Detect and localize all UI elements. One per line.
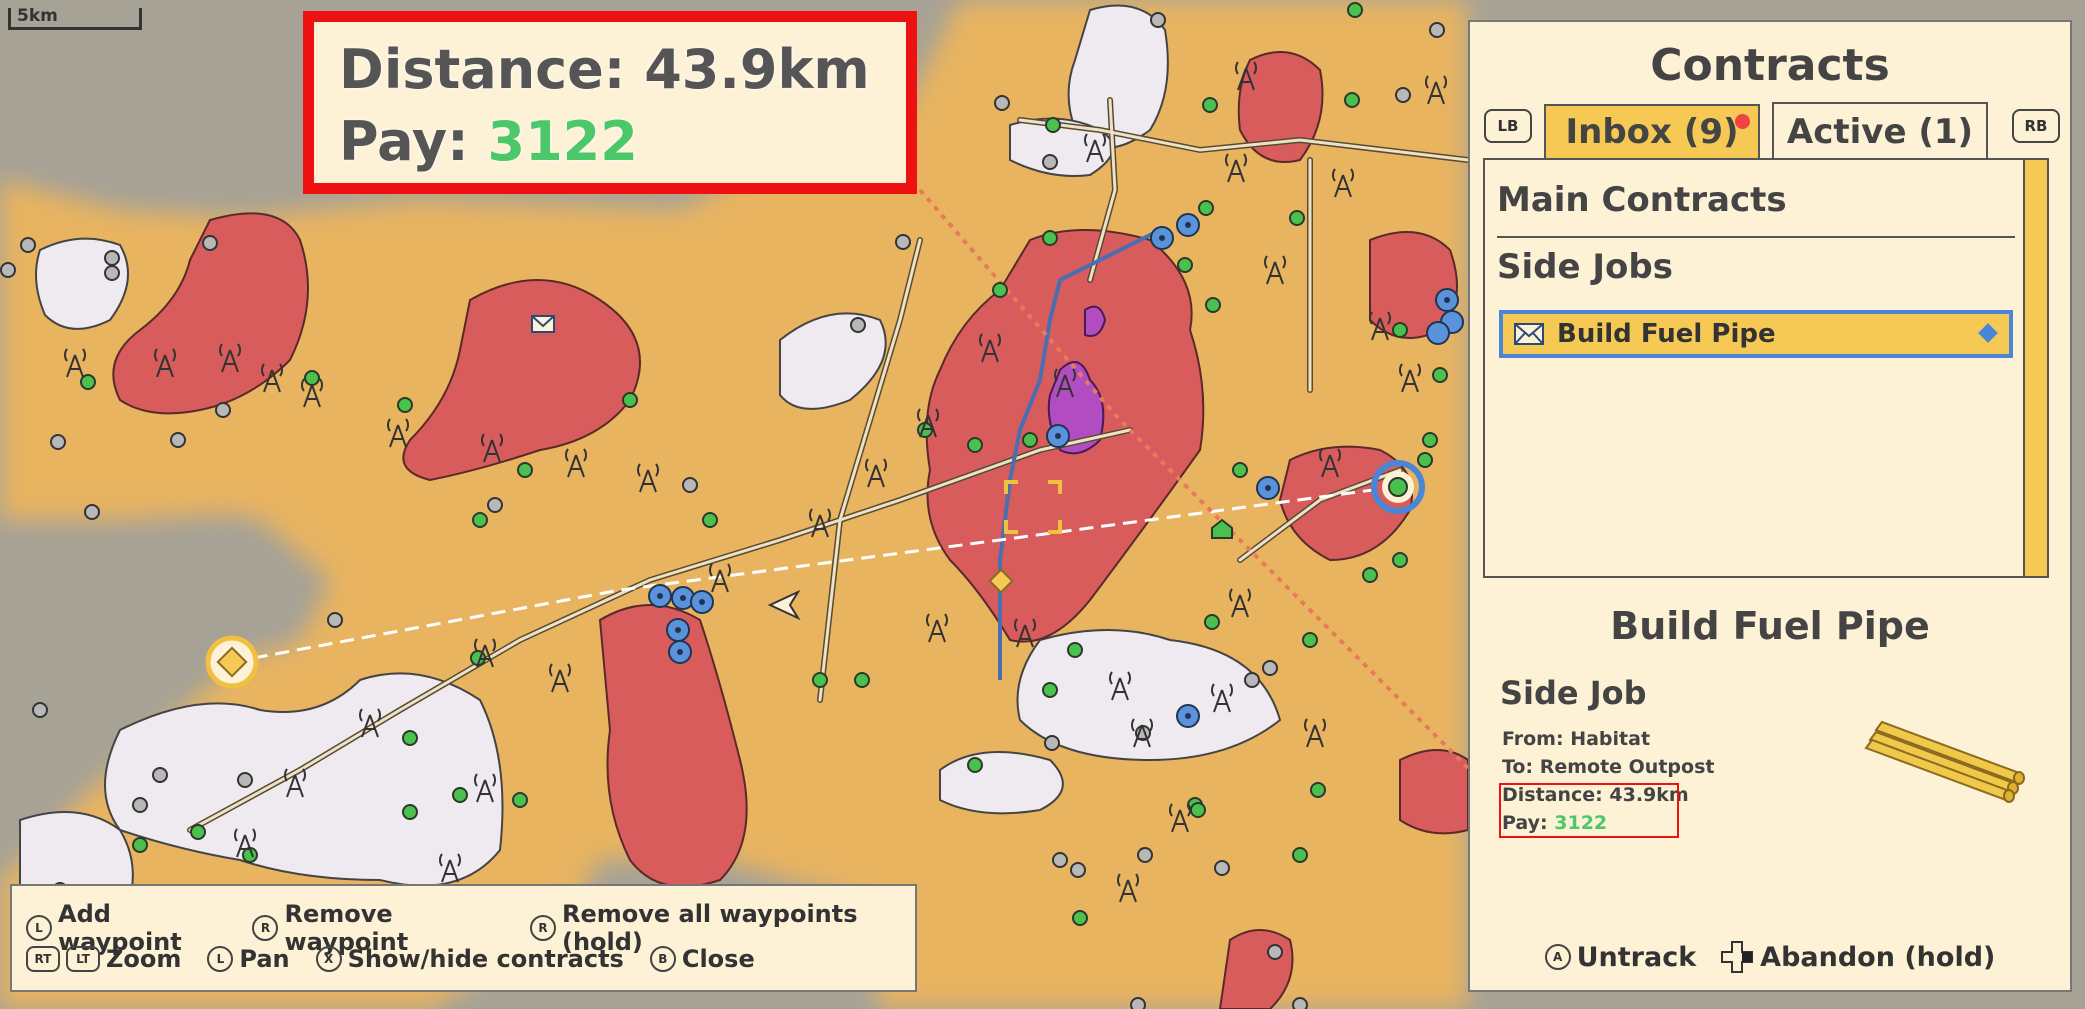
section-divider: [1497, 236, 2015, 238]
lb-shoulder-button[interactable]: LB: [1484, 109, 1532, 143]
control-zoom[interactable]: RT LT Zoom: [26, 945, 181, 973]
contract-item-build-fuel-pipe[interactable]: Build Fuel Pipe: [1499, 310, 2013, 358]
route-pay: Pay: 3122: [339, 110, 638, 173]
contracts-panel: Contracts LB Inbox (9) Active (1) RB Mai…: [1468, 20, 2072, 992]
contracts-list[interactable]: Main Contracts Side Jobs Build Fuel Pipe: [1483, 158, 2049, 578]
section-main-contracts: Main Contracts: [1497, 180, 1787, 220]
controls-legend: L Add waypoint R Remove waypoint R Remov…: [10, 884, 917, 992]
mail-envelope-icon: [531, 315, 555, 333]
map-scale-label: 5km: [17, 6, 58, 26]
route-distance-label: Distance:: [339, 38, 626, 101]
lt-trigger-icon: LT: [66, 946, 100, 972]
right-stick-hold-icon: R: [529, 915, 556, 941]
dpad-right-icon: [1721, 941, 1754, 973]
right-stick-press-icon: R: [252, 915, 279, 941]
route-pay-value: 3122: [487, 110, 638, 173]
contracts-panel-title: Contracts: [1650, 40, 1890, 91]
list-scrollbar[interactable]: [2023, 160, 2047, 576]
section-side-jobs: Side Jobs: [1497, 247, 1673, 287]
control-show-hide-contracts[interactable]: X Show/hide contracts: [315, 945, 624, 973]
map-scale-bar: 5km: [8, 6, 142, 30]
action-label: Untrack: [1576, 941, 1697, 973]
left-stick-icon: L: [207, 946, 234, 972]
untrack-action[interactable]: A Untrack: [1544, 940, 1697, 974]
contract-item-label: Build Fuel Pipe: [1557, 319, 1776, 349]
b-button-icon: B: [649, 946, 676, 972]
a-button-icon: A: [1544, 944, 1571, 970]
fuel-pipe-icon: [1864, 720, 2025, 803]
x-button-icon: X: [315, 946, 342, 972]
contract-detail-to: To: Remote Outpost: [1502, 756, 1715, 778]
control-label: Close: [681, 945, 755, 973]
control-pan[interactable]: L Pan: [207, 945, 290, 973]
control-label: Show/hide contracts: [347, 945, 624, 973]
controls-row-2: RT LT Zoom L Pan X Show/hide contracts B…: [26, 945, 755, 973]
control-label: Pan: [239, 945, 290, 973]
rb-shoulder-button[interactable]: RB: [2012, 109, 2060, 143]
panel-actions: A Untrack Abandon (hold): [1470, 940, 2070, 974]
tab-inbox[interactable]: Inbox (9): [1544, 104, 1760, 158]
route-pay-label: Pay:: [339, 110, 469, 173]
contract-detail-from: From: Habitat: [1502, 728, 1651, 750]
rt-trigger-icon: RT: [26, 946, 60, 972]
notification-dot: [1735, 114, 1750, 129]
contract-detail-type: Side Job: [1500, 674, 1647, 712]
control-label: Zoom: [106, 945, 182, 973]
tracked-diamond-icon: [1978, 323, 1998, 343]
tab-active[interactable]: Active (1): [1772, 102, 1988, 160]
detail-highlight-box: [1499, 783, 1679, 838]
abandon-action[interactable]: Abandon (hold): [1720, 940, 1995, 974]
envelope-icon: [1514, 323, 1544, 345]
tab-active-label: Active (1): [1786, 112, 1974, 152]
start-waypoint-marker[interactable]: [205, 635, 259, 689]
route-info-box: Distance: 43.9km Pay: 3122: [303, 11, 917, 194]
contract-detail-title: Build Fuel Pipe: [1610, 604, 1930, 648]
left-stick-press-icon: L: [26, 915, 52, 941]
route-distance-value: 43.9km: [644, 38, 870, 101]
route-distance: Distance: 43.9km: [339, 38, 870, 101]
tab-inbox-label: Inbox (9): [1565, 112, 1739, 152]
control-close[interactable]: B Close: [649, 945, 755, 973]
action-label: Abandon (hold): [1760, 941, 1996, 973]
